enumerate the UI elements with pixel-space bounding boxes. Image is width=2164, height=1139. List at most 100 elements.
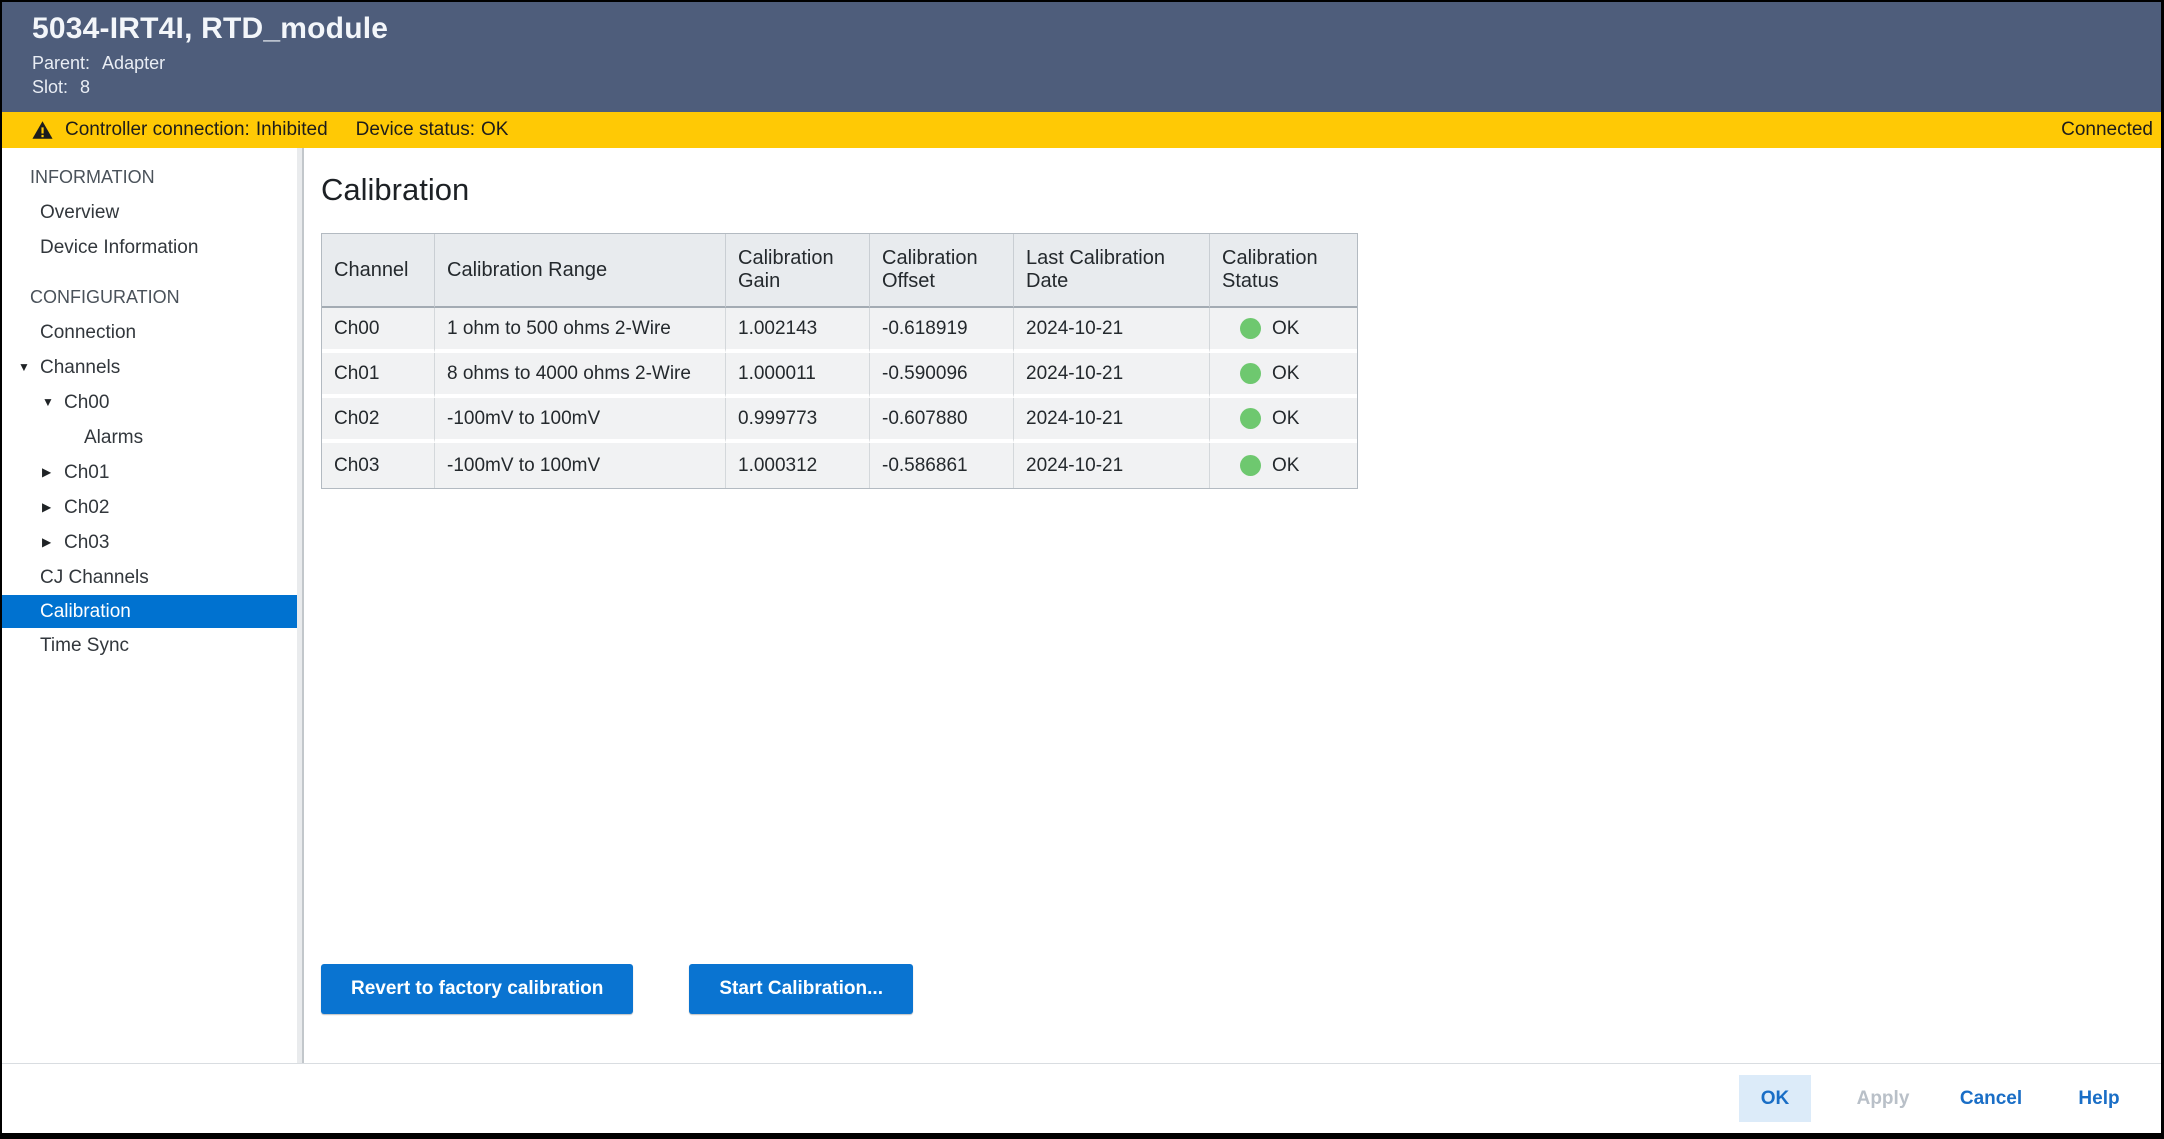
titlebar: 5034-IRT4I, RTD_module Parent: Adapter Sl… [2,2,2161,112]
sidebar-item-alarms[interactable]: Alarms [2,420,297,455]
cell-status: OK [1210,308,1357,353]
chevron-down-icon[interactable]: ▼ [18,350,40,385]
col-header-channel: Channel [322,234,435,308]
status-text: OK [1272,455,1299,477]
warning-triangle-icon [32,120,53,140]
body-area: INFORMATION Overview Device Information … [2,148,2161,1063]
controller-connection-value: Inhibited [256,119,328,140]
cell-gain: 1.000312 [726,443,870,488]
sidebar-item-channels-label: Channels [40,350,120,385]
parent-value: Adapter [102,53,165,73]
table-header-row: Channel Calibration Range Calibration Ga… [322,234,1357,308]
cell-status: OK [1210,443,1357,488]
cell-offset: -0.586861 [870,443,1014,488]
sidebar-section-information: INFORMATION [2,160,297,195]
status-ok-icon [1240,318,1261,339]
table-row: Ch03 -100mV to 100mV 1.000312 -0.586861 … [322,443,1357,488]
alert-bar: Controller connection: Inhibited Device s… [2,112,2161,148]
status-text: OK [1272,363,1299,385]
revert-factory-calibration-button[interactable]: Revert to factory calibration [321,964,633,1014]
sidebar-item-ch01[interactable]: ▶ Ch01 [2,455,297,490]
status-ok-icon [1240,455,1261,476]
cell-date: 2024-10-21 [1014,353,1210,398]
calibration-table-wrap: Channel Calibration Range Calibration Ga… [321,233,1358,489]
cell-range: -100mV to 100mV [435,398,726,443]
controller-connection-status: Controller connection: Inhibited [65,119,328,141]
table-row: Ch00 1 ohm to 500 ohms 2-Wire 1.002143 -… [322,308,1357,353]
cell-channel: Ch02 [322,398,435,443]
cell-date: 2024-10-21 [1014,308,1210,353]
cell-gain: 1.000011 [726,353,870,398]
sidebar-item-calibration[interactable]: Calibration [2,595,297,628]
sidebar-item-time-sync[interactable]: Time Sync [2,628,297,663]
chevron-right-icon[interactable]: ▶ [42,490,64,525]
help-button[interactable]: Help [2063,1075,2135,1122]
col-header-date: Last Calibration Date [1014,234,1210,308]
sidebar-item-ch03-label: Ch03 [64,525,109,560]
connection-state-badge: Connected [2061,119,2153,141]
main-content: Calibration Channel Calibration Range Ca… [304,148,2161,1063]
start-calibration-button[interactable]: Start Calibration... [689,964,913,1014]
device-status: Device status: OK [356,119,509,141]
device-status-label: Device status: [356,119,475,140]
apply-button[interactable]: Apply [1847,1075,1919,1122]
cell-channel: Ch01 [322,353,435,398]
sidebar-item-cj-channels[interactable]: CJ Channels [2,560,297,595]
cell-channel: Ch03 [322,443,435,488]
chevron-right-icon[interactable]: ▶ [42,525,64,560]
status-ok-icon [1240,408,1261,429]
cell-date: 2024-10-21 [1014,398,1210,443]
status-ok-icon [1240,363,1261,384]
chevron-right-icon[interactable]: ▶ [42,455,64,490]
ok-button[interactable]: OK [1739,1075,1811,1122]
calibration-table: Channel Calibration Range Calibration Ga… [322,234,1357,488]
slot-row: Slot: 8 [32,77,2131,98]
sidebar-nav: INFORMATION Overview Device Information … [2,148,297,1063]
cell-range: -100mV to 100mV [435,443,726,488]
parent-row: Parent: Adapter [32,53,2131,74]
status-text: OK [1272,408,1299,430]
sidebar-section-configuration: CONFIGURATION [2,280,297,315]
sidebar-item-ch00-label: Ch00 [64,385,109,420]
controller-connection-label: Controller connection: [65,119,250,140]
table-row: Ch01 8 ohms to 4000 ohms 2-Wire 1.000011… [322,353,1357,398]
sidebar-item-connection[interactable]: Connection [2,315,297,350]
slot-label: Slot: [32,77,68,97]
module-properties-window: 5034-IRT4I, RTD_module Parent: Adapter Sl… [0,0,2164,1139]
col-header-offset: Calibration Offset [870,234,1014,308]
dialog-footer: OK Apply Cancel Help [2,1063,2161,1133]
content-heading: Calibration [321,172,2161,208]
cell-offset: -0.590096 [870,353,1014,398]
cell-offset: -0.607880 [870,398,1014,443]
cell-channel: Ch00 [322,308,435,353]
cell-range: 8 ohms to 4000 ohms 2-Wire [435,353,726,398]
sidebar-item-ch03[interactable]: ▶ Ch03 [2,525,297,560]
page-title: 5034-IRT4I, RTD_module [32,12,2131,46]
sidebar-item-device-information[interactable]: Device Information [2,230,297,265]
sidebar-item-overview[interactable]: Overview [2,195,297,230]
cell-status: OK [1210,398,1357,443]
cell-range: 1 ohm to 500 ohms 2-Wire [435,308,726,353]
sidebar-item-ch00[interactable]: ▼ Ch00 [2,385,297,420]
calibration-actions: Revert to factory calibration Start Cali… [321,964,913,1014]
cell-gain: 0.999773 [726,398,870,443]
col-header-gain: Calibration Gain [726,234,870,308]
cell-offset: -0.618919 [870,308,1014,353]
cell-gain: 1.002143 [726,308,870,353]
col-header-range: Calibration Range [435,234,726,308]
cell-date: 2024-10-21 [1014,443,1210,488]
sidebar-item-ch02-label: Ch02 [64,490,109,525]
slot-value: 8 [80,77,90,97]
status-text: OK [1272,318,1299,340]
sidebar-item-ch02[interactable]: ▶ Ch02 [2,490,297,525]
sidebar-item-ch01-label: Ch01 [64,455,109,490]
col-header-status: Calibration Status [1210,234,1357,308]
sidebar-divider [297,148,304,1063]
cancel-button[interactable]: Cancel [1955,1075,2027,1122]
table-row: Ch02 -100mV to 100mV 0.999773 -0.607880 … [322,398,1357,443]
sidebar-item-channels[interactable]: ▼ Channels [2,350,297,385]
chevron-down-icon[interactable]: ▼ [42,385,64,420]
parent-label: Parent: [32,53,90,73]
device-status-value: OK [481,119,508,140]
cell-status: OK [1210,353,1357,398]
